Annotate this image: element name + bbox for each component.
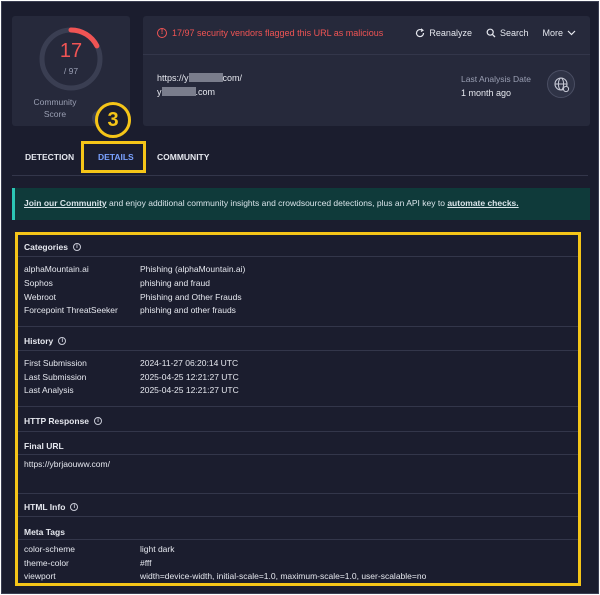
section-divider (18, 326, 578, 327)
last-analysis-value: 1 month ago (461, 88, 512, 98)
redacted-block (188, 73, 223, 82)
html-info-title: HTML Info i (24, 502, 79, 512)
section-divider (18, 350, 578, 351)
scanned-host: y .com (157, 87, 216, 97)
category-row: Sophos phishing and fraud (24, 278, 210, 288)
section-divider (18, 454, 578, 455)
refresh-icon (416, 28, 425, 38)
details-panel: Categories i alphaMountain.ai Phishing (a… (15, 232, 581, 586)
join-community-link[interactable]: Join our Community (24, 198, 107, 208)
redacted-block (161, 87, 196, 96)
tab-detection[interactable]: DETECTION (25, 152, 74, 162)
http-response-title: HTTP Response i (24, 416, 103, 426)
history-row: First Submission 2024-11-27 06:20:14 UTC (24, 358, 239, 368)
history-title: History i (24, 336, 67, 346)
automate-checks-link[interactable]: automate checks. (447, 198, 518, 208)
search-label: Search (499, 28, 529, 38)
info-icon[interactable]: i (94, 417, 103, 425)
details-tab-highlight (81, 141, 146, 173)
final-url-value: https://ybrjaouww.com/ (24, 459, 110, 469)
banner-text: and enjoy additional community insights … (106, 198, 448, 208)
more-label: More (542, 28, 563, 38)
category-row: Forcepoint ThreatSeeker phishing and othe… (24, 305, 236, 315)
score-total: / 97 (63, 66, 79, 76)
tab-community[interactable]: COMMUNITY (157, 152, 209, 162)
community-score-label: Community Score (33, 97, 77, 119)
history-row: Last Submission 2025-04-25 12:21:27 UTC (24, 372, 239, 382)
category-row: Webroot Phishing and Other Frauds (24, 292, 242, 302)
tabs-divider (12, 175, 588, 176)
info-icon[interactable]: i (70, 503, 79, 511)
info-icon[interactable]: i (58, 337, 67, 345)
section-divider (18, 431, 578, 432)
search-icon (486, 28, 496, 38)
meta-tag-row: viewport width=device-width, initial-scal… (24, 571, 427, 581)
meta-tags-label: Meta Tags (24, 527, 65, 537)
community-banner: Join our Community and enjoy additional … (12, 188, 590, 220)
alert-text: 17/97 security vendors flagged this URL … (172, 28, 384, 38)
last-analysis-label: Last Analysis Date (461, 74, 531, 84)
history-row: Last Analysis 2025-04-25 12:21:27 UTC (24, 385, 239, 395)
category-row: alphaMountain.ai Phishing (alphaMountain.… (24, 264, 246, 274)
section-divider (18, 493, 578, 494)
url-globe-button[interactable] (547, 70, 575, 98)
search-button[interactable]: Search (486, 28, 529, 38)
malicious-alert: ! 17/97 security vendors flagged this UR… (157, 28, 383, 38)
categories-title: Categories i (24, 242, 81, 252)
header-actions: Reanalyze Search More (415, 28, 576, 38)
scanned-url[interactable]: https://y com/ (157, 73, 242, 83)
section-divider (18, 406, 578, 407)
section-divider (18, 539, 578, 540)
info-icon[interactable]: i (72, 243, 81, 251)
url-info-card: ! 17/97 security vendors flagged this UR… (143, 16, 590, 126)
more-menu-button[interactable]: More (542, 28, 576, 38)
reanalyze-button[interactable]: Reanalyze (415, 28, 472, 38)
meta-tag-row: color-scheme light dark (24, 544, 175, 554)
section-divider (18, 256, 578, 257)
page: 17 / 97 Community Score 3 ! 17/97 securi… (1, 1, 599, 594)
reanalyze-label: Reanalyze (429, 28, 472, 38)
section-divider (18, 516, 578, 517)
meta-tag-row: theme-color #fff (24, 558, 152, 568)
step-callout-badge: 3 (95, 102, 131, 138)
final-url-label: Final URL (24, 441, 64, 451)
globe-icon (554, 77, 570, 93)
chevron-down-icon (567, 30, 576, 36)
info-card-divider (143, 54, 590, 55)
score-value: 17 (59, 40, 83, 62)
alert-circle-icon: ! (157, 28, 167, 38)
